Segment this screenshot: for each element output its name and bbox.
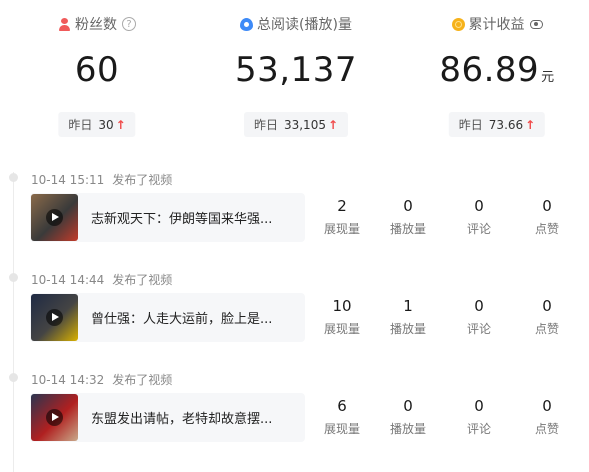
entry-action: 发布了视频 xyxy=(112,273,173,287)
metric-1: 0 播放量 xyxy=(374,195,442,237)
entry-meta: 10-14 14:32 发布了视频 xyxy=(31,371,172,388)
metric-label: 评论 xyxy=(466,322,491,336)
metric-2: 0 评论 xyxy=(445,195,513,237)
metric-label: 评论 xyxy=(466,222,491,236)
stat-reads-label: 总阅读(播放)量 xyxy=(257,17,352,33)
metric-0: 6 展现量 xyxy=(308,395,376,437)
stat-income-yesterday: 昨日 73.66 ↑ xyxy=(448,112,546,137)
video-metrics: 2 展现量 0 播放量 0 评论 0 点赞 xyxy=(308,195,589,240)
play-icon[interactable] xyxy=(46,309,63,326)
timeline-entry: 10-14 14:32 发布了视频东盟发出请帖，老特却故意摆... 6 展现量 0 播放量… xyxy=(0,360,589,460)
metric-value: 0 xyxy=(403,197,413,215)
stat-income-value: 86.89 元 xyxy=(402,50,589,90)
timeline-dot xyxy=(9,273,18,282)
trend-up-icon: ↑ xyxy=(115,118,126,132)
metric-label: 点赞 xyxy=(534,222,559,236)
metric-3: 0 点赞 xyxy=(513,195,581,237)
stat-fans-label: 粉丝数 xyxy=(75,17,117,33)
metric-1: 1 播放量 xyxy=(374,295,442,337)
timeline-entry: 10-14 14:44 发布了视频 曾仕强：人走大运前，脸上是... 10 展现量 1 播放… xyxy=(0,260,589,360)
metric-value: 1 xyxy=(403,297,413,315)
metric-value: 0 xyxy=(403,397,413,415)
stats-panel: 粉丝数 ? 60 昨日 30 ↑ 总阅读(播放)量 53,137 昨日 33,105 ↑… xyxy=(0,0,589,150)
metric-label: 展现量 xyxy=(323,322,360,336)
metric-2: 0 评论 xyxy=(445,395,513,437)
drop-icon xyxy=(240,17,254,31)
metric-0: 2 展现量 xyxy=(308,195,376,237)
eye-icon[interactable] xyxy=(529,19,543,29)
video-title[interactable]: 东盟发出请帖，老特却故意摆... xyxy=(91,408,296,427)
trend-up-icon: ↑ xyxy=(525,118,536,132)
entry-time: 10-14 14:44 xyxy=(31,273,105,287)
entry-meta: 10-14 14:44 发布了视频 xyxy=(31,271,172,288)
stat-reads-number: 53,137 xyxy=(235,50,357,90)
stat-income-number: 86.89 xyxy=(439,50,540,90)
metric-3: 0 点赞 xyxy=(513,295,581,337)
metric-value: 6 xyxy=(337,397,347,415)
stat-fans-value: 60 xyxy=(2,50,192,90)
timeline-dot xyxy=(9,173,18,182)
play-icon[interactable] xyxy=(46,409,63,426)
currency-unit: 元 xyxy=(541,70,555,85)
timeline-entry: 10-14 15:11 发布了视频志新观天下：伊朗等国来华强... 2 展现量 0 播放量… xyxy=(0,160,589,260)
metric-label: 播放量 xyxy=(389,322,426,336)
stat-reads-header: 总阅读(播放)量 xyxy=(201,14,391,34)
stat-income-header: 累计收益 xyxy=(402,14,589,34)
metric-label: 展现量 xyxy=(323,422,360,436)
yesterday-value: 33,105 xyxy=(283,118,326,132)
stat-fans-header: 粉丝数 ? xyxy=(2,14,192,34)
metric-value: 0 xyxy=(474,297,484,315)
metric-value: 0 xyxy=(542,197,552,215)
entry-action: 发布了视频 xyxy=(112,373,173,387)
yesterday-value: 30 xyxy=(98,118,114,132)
stat-fans-yesterday: 昨日 30 ↑ xyxy=(58,112,136,137)
video-thumbnail[interactable] xyxy=(31,194,78,241)
yesterday-label: 昨日 xyxy=(253,118,278,132)
trend-up-icon: ↑ xyxy=(327,118,339,132)
metric-value: 0 xyxy=(474,397,484,415)
metric-1: 0 播放量 xyxy=(374,395,442,437)
metric-label: 展现量 xyxy=(323,222,360,236)
play-icon[interactable] xyxy=(46,209,63,226)
video-thumbnail[interactable] xyxy=(31,294,78,341)
metric-label: 点赞 xyxy=(534,422,559,436)
video-card[interactable]: 志新观天下：伊朗等国来华强... xyxy=(30,193,305,242)
metric-value: 10 xyxy=(332,297,352,315)
stat-reads-value: 53,137 xyxy=(201,50,391,90)
entry-meta: 10-14 15:11 发布了视频 xyxy=(31,171,172,188)
timeline-dot xyxy=(9,373,18,382)
yesterday-label: 昨日 xyxy=(458,118,483,132)
stat-fans-number: 60 xyxy=(74,50,120,90)
video-metrics: 6 展现量 0 播放量 0 评论 0 点赞 xyxy=(308,395,589,440)
yesterday-value: 73.66 xyxy=(488,118,524,132)
coin-icon xyxy=(451,17,465,31)
video-title[interactable]: 志新观天下：伊朗等国来华强... xyxy=(91,208,296,227)
entry-action: 发布了视频 xyxy=(112,173,173,187)
metric-label: 播放量 xyxy=(389,222,426,236)
video-card[interactable]: 东盟发出请帖，老特却故意摆... xyxy=(30,393,305,442)
metric-0: 10 展现量 xyxy=(308,295,376,337)
entry-time: 10-14 14:32 xyxy=(31,373,105,387)
video-thumbnail[interactable] xyxy=(31,394,78,441)
metric-3: 0 点赞 xyxy=(513,395,581,437)
video-card[interactable]: 曾仕强：人走大运前，脸上是... xyxy=(30,293,305,342)
help-icon[interactable]: ? xyxy=(122,17,136,31)
stat-reads-yesterday: 昨日 33,105 ↑ xyxy=(243,112,349,137)
metric-value: 0 xyxy=(474,197,484,215)
metric-label: 播放量 xyxy=(389,422,426,436)
entry-time: 10-14 15:11 xyxy=(31,173,105,187)
video-title[interactable]: 曾仕强：人走大运前，脸上是... xyxy=(91,308,296,327)
metric-value: 0 xyxy=(542,397,552,415)
video-metrics: 10 展现量 1 播放量 0 评论 0 点赞 xyxy=(308,295,589,340)
yesterday-label: 昨日 xyxy=(68,118,93,132)
metric-label: 点赞 xyxy=(534,322,559,336)
metric-label: 评论 xyxy=(466,422,491,436)
metric-value: 2 xyxy=(337,197,347,215)
metric-value: 0 xyxy=(542,297,552,315)
person-icon xyxy=(58,17,71,31)
stat-income-label: 累计收益 xyxy=(468,17,525,33)
metric-2: 0 评论 xyxy=(445,295,513,337)
